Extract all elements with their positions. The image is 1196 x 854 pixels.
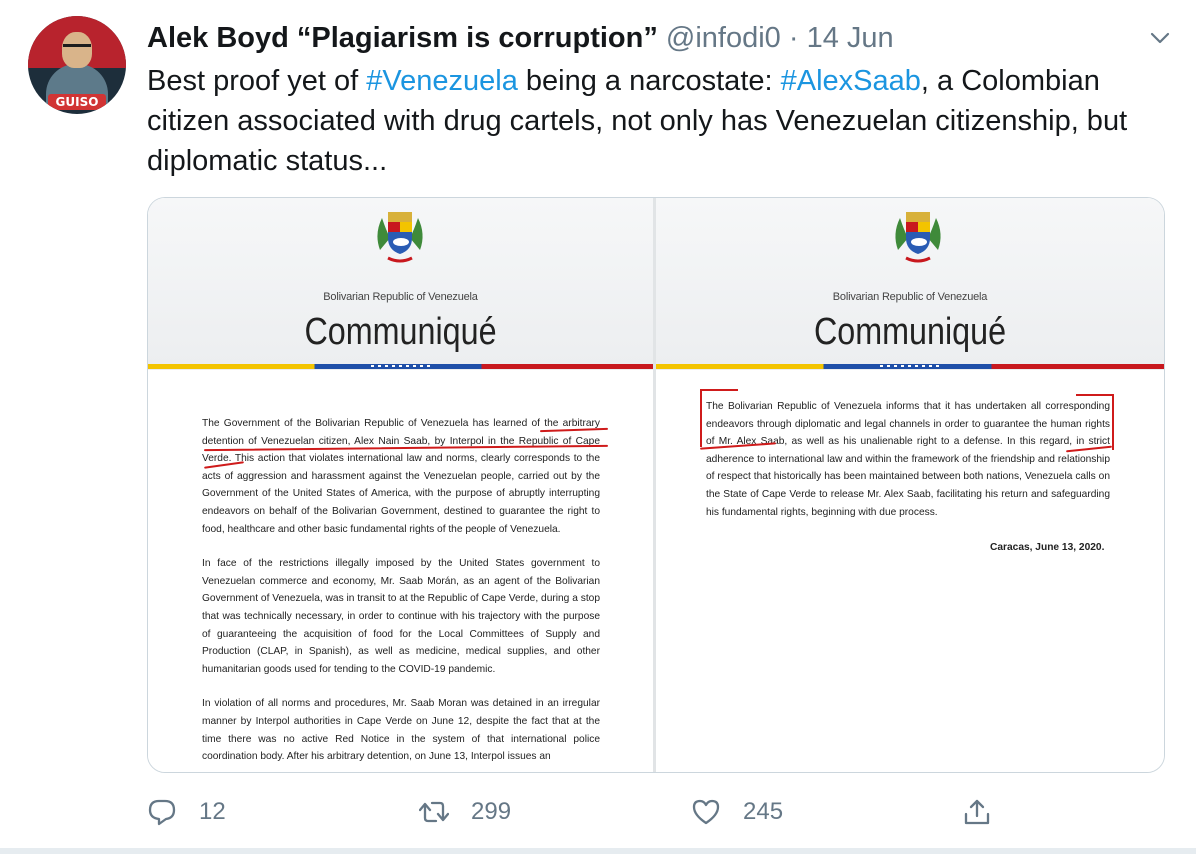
retweet-button[interactable]: 299 [419,790,511,834]
coat-of-arms-icon [895,212,941,263]
author-name[interactable]: Alek Boyd “Plagiarism is corruption” [147,22,658,54]
tweet-actions: 12 299 245 [147,790,1047,834]
reply-count: 12 [199,798,226,825]
chevron-down-icon[interactable] [1148,26,1172,50]
communique-page-left[interactable]: Bolivarian Republic of Venezuela Communi… [148,198,653,772]
like-icon [692,799,720,825]
document-body: The Government of the Bolivarian Republi… [202,415,600,772]
share-button[interactable] [962,790,992,834]
document-paragraph: The Government of the Bolivarian Republi… [202,418,600,535]
tweet-text-part: Best proof yet of [147,65,367,97]
document-signature: Caracas, June 13, 2020. [990,542,1105,553]
like-count: 245 [743,798,784,825]
tweet-separator [0,848,1196,854]
tweet-text-part: being a narcostate: [517,65,781,97]
tweet-header: Alek Boyd “Plagiarism is corruption” @in… [147,20,1156,56]
avatar[interactable]: GUISO [28,16,126,114]
document-paragraph: In face of the restrictions illegally im… [202,558,600,675]
document-title: Communiqué [813,311,1007,353]
document-paragraph: The Bolivarian Republic of Venezuela inf… [706,401,1110,518]
tweet-date[interactable]: 14 Jun [807,22,894,54]
flag-stripe-stars [880,365,940,367]
avatar-badge: GUISO [48,94,106,110]
tweet-text: Best proof yet of #Venezuela being a nar… [147,61,1167,181]
document-title: Communiqué [304,311,497,353]
hashtag-link[interactable]: #Venezuela [366,65,518,97]
document-paragraph: In violation of all norms and procedures… [202,698,600,763]
hashtag-link[interactable]: #AlexSaab [781,65,921,97]
annotation-bracket [1076,394,1114,450]
tweet-media[interactable]: Bolivarian Republic of Venezuela Communi… [147,197,1165,773]
coat-of-arms-icon [377,212,423,263]
share-icon [964,799,990,825]
issuer-label: Bolivarian Republic of Venezuela [323,291,478,303]
annotation-bracket [700,389,738,447]
author-handle[interactable]: @infodi0 [666,22,781,54]
document-body: The Bolivarian Republic of Venezuela inf… [706,398,1110,538]
reply-button[interactable]: 12 [147,790,226,834]
tweet[interactable]: GUISO Alek Boyd “Plagiarism is corruptio… [0,0,1196,854]
avatar-glasses [63,44,91,53]
reply-icon [148,799,176,826]
retweet-count: 299 [471,798,512,825]
separator-dot: · [788,22,799,54]
communique-page-right[interactable]: Bolivarian Republic of Venezuela Communi… [656,198,1164,772]
like-button[interactable]: 245 [691,790,783,834]
retweet-icon [419,801,449,823]
issuer-label: Bolivarian Republic of Venezuela [832,291,988,303]
flag-stripe-stars [370,365,431,367]
